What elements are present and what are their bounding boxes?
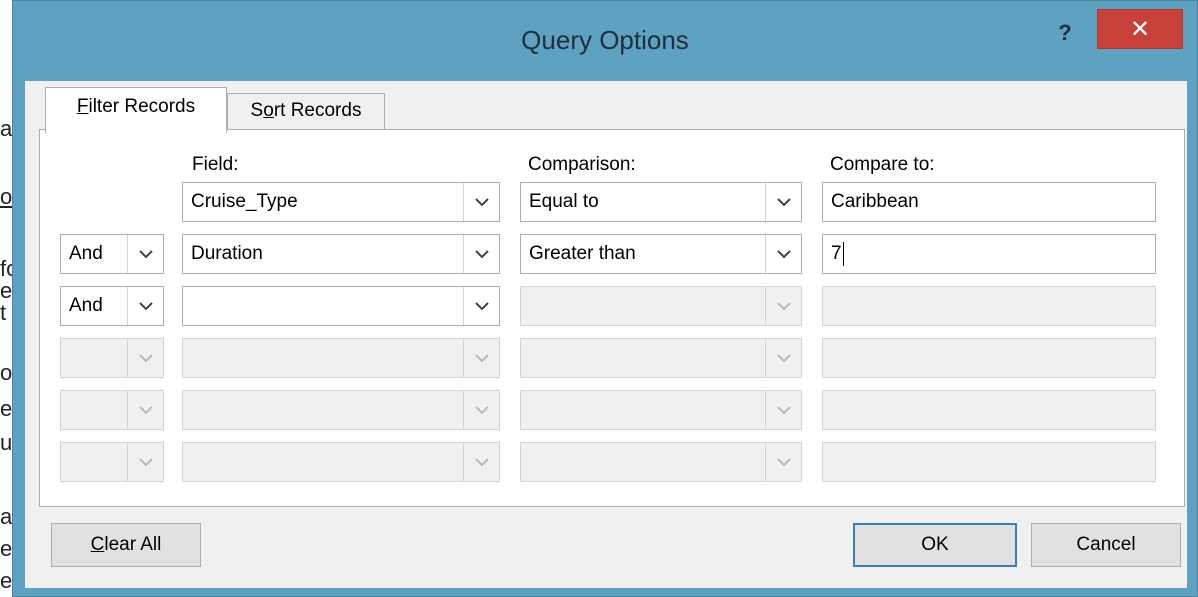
field-dropdown[interactable]: Duration	[182, 234, 500, 274]
comparison-value: Greater than	[529, 243, 636, 264]
dialog-title: Query Options	[521, 25, 689, 55]
text-caret	[842, 241, 844, 266]
tab-label: ilter Records	[88, 96, 196, 117]
tab-label-accesskey: F	[76, 96, 89, 117]
compare-to-input[interactable]: Caribbean	[822, 182, 1156, 222]
chevron-down-icon[interactable]	[127, 287, 163, 325]
button-accesskey: C	[90, 534, 105, 555]
tab-label: rt Records	[273, 100, 362, 121]
field-value: Cruise_Type	[191, 191, 298, 212]
comparison-value: Equal to	[529, 191, 599, 212]
comparison-dropdown	[520, 338, 802, 378]
field-dropdown	[182, 390, 500, 430]
background-text: t	[0, 302, 7, 324]
conjunction-dropdown[interactable]: And	[60, 234, 164, 274]
compare-to-value: 7	[831, 235, 844, 273]
comparison-dropdown	[520, 286, 802, 326]
conjunction-dropdown	[60, 338, 164, 378]
background-text: ur	[0, 432, 12, 454]
background-text: ok	[0, 186, 12, 208]
background-text: ee	[0, 398, 12, 420]
chevron-down-icon[interactable]	[463, 235, 499, 273]
background-text: ac	[0, 118, 12, 140]
comparison-dropdown[interactable]: Greater than	[520, 234, 802, 274]
field-value: Duration	[191, 243, 263, 264]
query-options-dialog: Query Options ? ✕ Filter Records Sort Re…	[12, 0, 1198, 597]
conjunction-value: And	[69, 243, 103, 264]
chevron-down-icon	[463, 339, 499, 377]
chevron-down-icon	[765, 287, 801, 325]
conjunction-dropdown[interactable]: And	[60, 286, 164, 326]
cancel-button[interactable]: Cancel	[1031, 523, 1181, 567]
conjunction-dropdown	[60, 442, 164, 482]
field-column-label: Field:	[192, 154, 239, 175]
compare-to-text: 7	[831, 243, 842, 264]
compare-to-column-label: Compare to:	[830, 154, 935, 175]
chevron-down-icon	[127, 339, 163, 377]
compare-to-input	[822, 442, 1156, 482]
compare-to-value: Caribbean	[831, 183, 919, 221]
background-text: o	[0, 362, 12, 384]
comparison-dropdown[interactable]: Equal to	[520, 182, 802, 222]
background-text: e	[0, 570, 12, 592]
help-button[interactable]: ?	[1045, 15, 1085, 51]
comparison-dropdown	[520, 442, 802, 482]
background-text: fo	[0, 258, 12, 280]
dialog-client-area: Filter Records Sort Records Field: Compa…	[25, 81, 1187, 588]
filter-records-panel: Field: Comparison: Compare to: Cruise_Ty…	[39, 129, 1185, 507]
button-label: lear All	[104, 534, 162, 555]
tab-filter-records[interactable]: Filter Records	[45, 87, 227, 133]
compare-to-input	[822, 390, 1156, 430]
comparison-column-label: Comparison:	[528, 154, 636, 175]
conjunction-value: And	[69, 295, 103, 316]
title-bar[interactable]: Query Options ? ✕	[13, 1, 1197, 81]
compare-to-text: Caribbean	[831, 191, 919, 212]
chevron-down-icon[interactable]	[127, 235, 163, 273]
background-text: ef	[0, 280, 12, 302]
chevron-down-icon[interactable]	[463, 183, 499, 221]
chevron-down-icon	[765, 339, 801, 377]
comparison-dropdown	[520, 390, 802, 430]
field-dropdown[interactable]: Cruise_Type	[182, 182, 500, 222]
background-text: a	[0, 506, 12, 528]
field-dropdown	[182, 338, 500, 378]
conjunction-dropdown	[60, 390, 164, 430]
chevron-down-icon[interactable]	[765, 183, 801, 221]
background-document: ac ok fo ef t o ee ur a ec e	[0, 0, 12, 597]
close-button[interactable]: ✕	[1097, 9, 1183, 49]
chevron-down-icon	[127, 391, 163, 429]
tab-label: S	[250, 100, 264, 121]
field-dropdown[interactable]	[182, 286, 500, 326]
clear-all-button[interactable]: Clear All	[51, 523, 201, 567]
compare-to-input	[822, 338, 1156, 378]
chevron-down-icon	[765, 391, 801, 429]
compare-to-input[interactable]: 7	[822, 234, 1156, 274]
chevron-down-icon	[463, 443, 499, 481]
chevron-down-icon[interactable]	[765, 235, 801, 273]
tab-label-accesskey: o	[263, 100, 274, 121]
chevron-down-icon	[127, 443, 163, 481]
background-text: ec	[0, 538, 12, 560]
chevron-down-icon	[463, 391, 499, 429]
compare-to-input	[822, 286, 1156, 326]
ok-button[interactable]: OK	[853, 523, 1017, 567]
field-dropdown	[182, 442, 500, 482]
chevron-down-icon[interactable]	[463, 287, 499, 325]
chevron-down-icon	[765, 443, 801, 481]
tab-sort-records[interactable]: Sort Records	[227, 93, 385, 129]
